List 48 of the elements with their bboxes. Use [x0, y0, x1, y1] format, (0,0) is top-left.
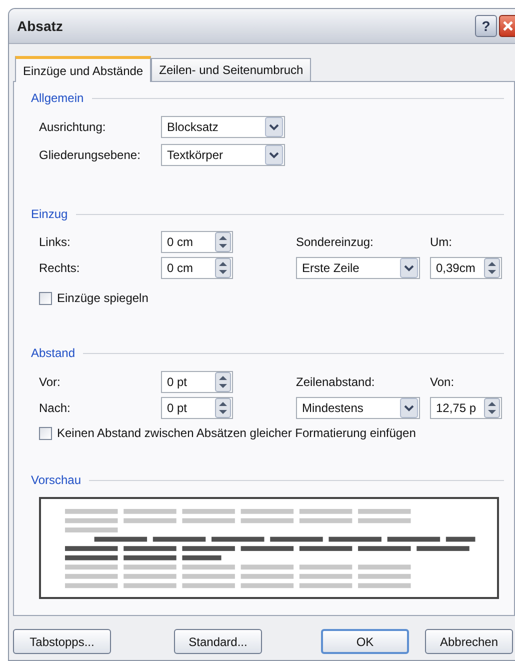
section-heading: Einzug: [31, 207, 68, 221]
section-heading: Vorschau: [31, 473, 82, 487]
dialog-button[interactable]: Standard...: [174, 629, 262, 654]
chevron-down-icon: [400, 258, 418, 278]
field-label: Sondereinzug:: [296, 235, 374, 249]
field-label: Ausrichtung:: [39, 120, 107, 134]
chevron-down-icon: [400, 398, 418, 418]
tab[interactable]: Zeilen- und Seitenumbruch: [151, 58, 312, 81]
field-label: Vor:: [39, 375, 62, 389]
spin-field[interactable]: 0 pt: [161, 371, 233, 393]
close-icon: [502, 20, 514, 32]
field-label: Um:: [430, 235, 453, 249]
tab[interactable]: Einzüge und Abstände: [15, 56, 152, 82]
field-label: Links:: [39, 235, 72, 249]
dialog-button[interactable]: OK: [321, 629, 409, 654]
spinner-button[interactable]: [484, 258, 500, 278]
spinner-button[interactable]: [215, 232, 231, 252]
spinner-button[interactable]: [215, 372, 231, 392]
section-heading: Allgemein: [31, 91, 84, 105]
spin-field[interactable]: 0,39cm: [430, 257, 502, 279]
spinner-button[interactable]: [215, 258, 231, 278]
checkbox[interactable]: [39, 292, 52, 304]
spin-field[interactable]: 0 cm: [161, 231, 233, 253]
help-button[interactable]: ?: [475, 15, 497, 37]
dropdown[interactable]: Blocksatz: [161, 116, 285, 138]
spin-field[interactable]: 0 pt: [161, 397, 233, 419]
spinner-button[interactable]: [215, 398, 231, 418]
section-heading: Abstand: [31, 346, 76, 360]
field-label: Von:: [430, 375, 456, 389]
spin-field[interactable]: 12,75 p: [430, 397, 502, 419]
dialog-button[interactable]: Abbrechen: [425, 629, 513, 654]
chevron-down-icon: [265, 117, 283, 137]
dialog-button[interactable]: Tabstopps...: [13, 629, 111, 654]
chevron-down-icon: [265, 145, 283, 165]
dropdown[interactable]: Textkörper: [161, 144, 285, 166]
field-label: Rechts:: [39, 261, 81, 275]
field-label: Gliederungsebene:: [39, 148, 142, 162]
spin-field[interactable]: 0 cm: [161, 257, 233, 279]
checkbox-label: Keinen Abstand zwischen Absätzen gleicher Formatierung einfügen: [57, 426, 416, 440]
window-title: Absatz: [17, 18, 63, 34]
dropdown[interactable]: Erste Zeile: [296, 257, 420, 279]
checkbox-label: Einzüge spiegeln: [57, 291, 148, 305]
dropdown[interactable]: Mindestens: [296, 397, 420, 419]
close-button[interactable]: [499, 15, 515, 37]
field-label: Nach:: [39, 401, 72, 415]
spinner-button[interactable]: [484, 398, 500, 418]
checkbox[interactable]: [39, 426, 52, 440]
field-label: Zeilenabstand:: [296, 375, 376, 389]
